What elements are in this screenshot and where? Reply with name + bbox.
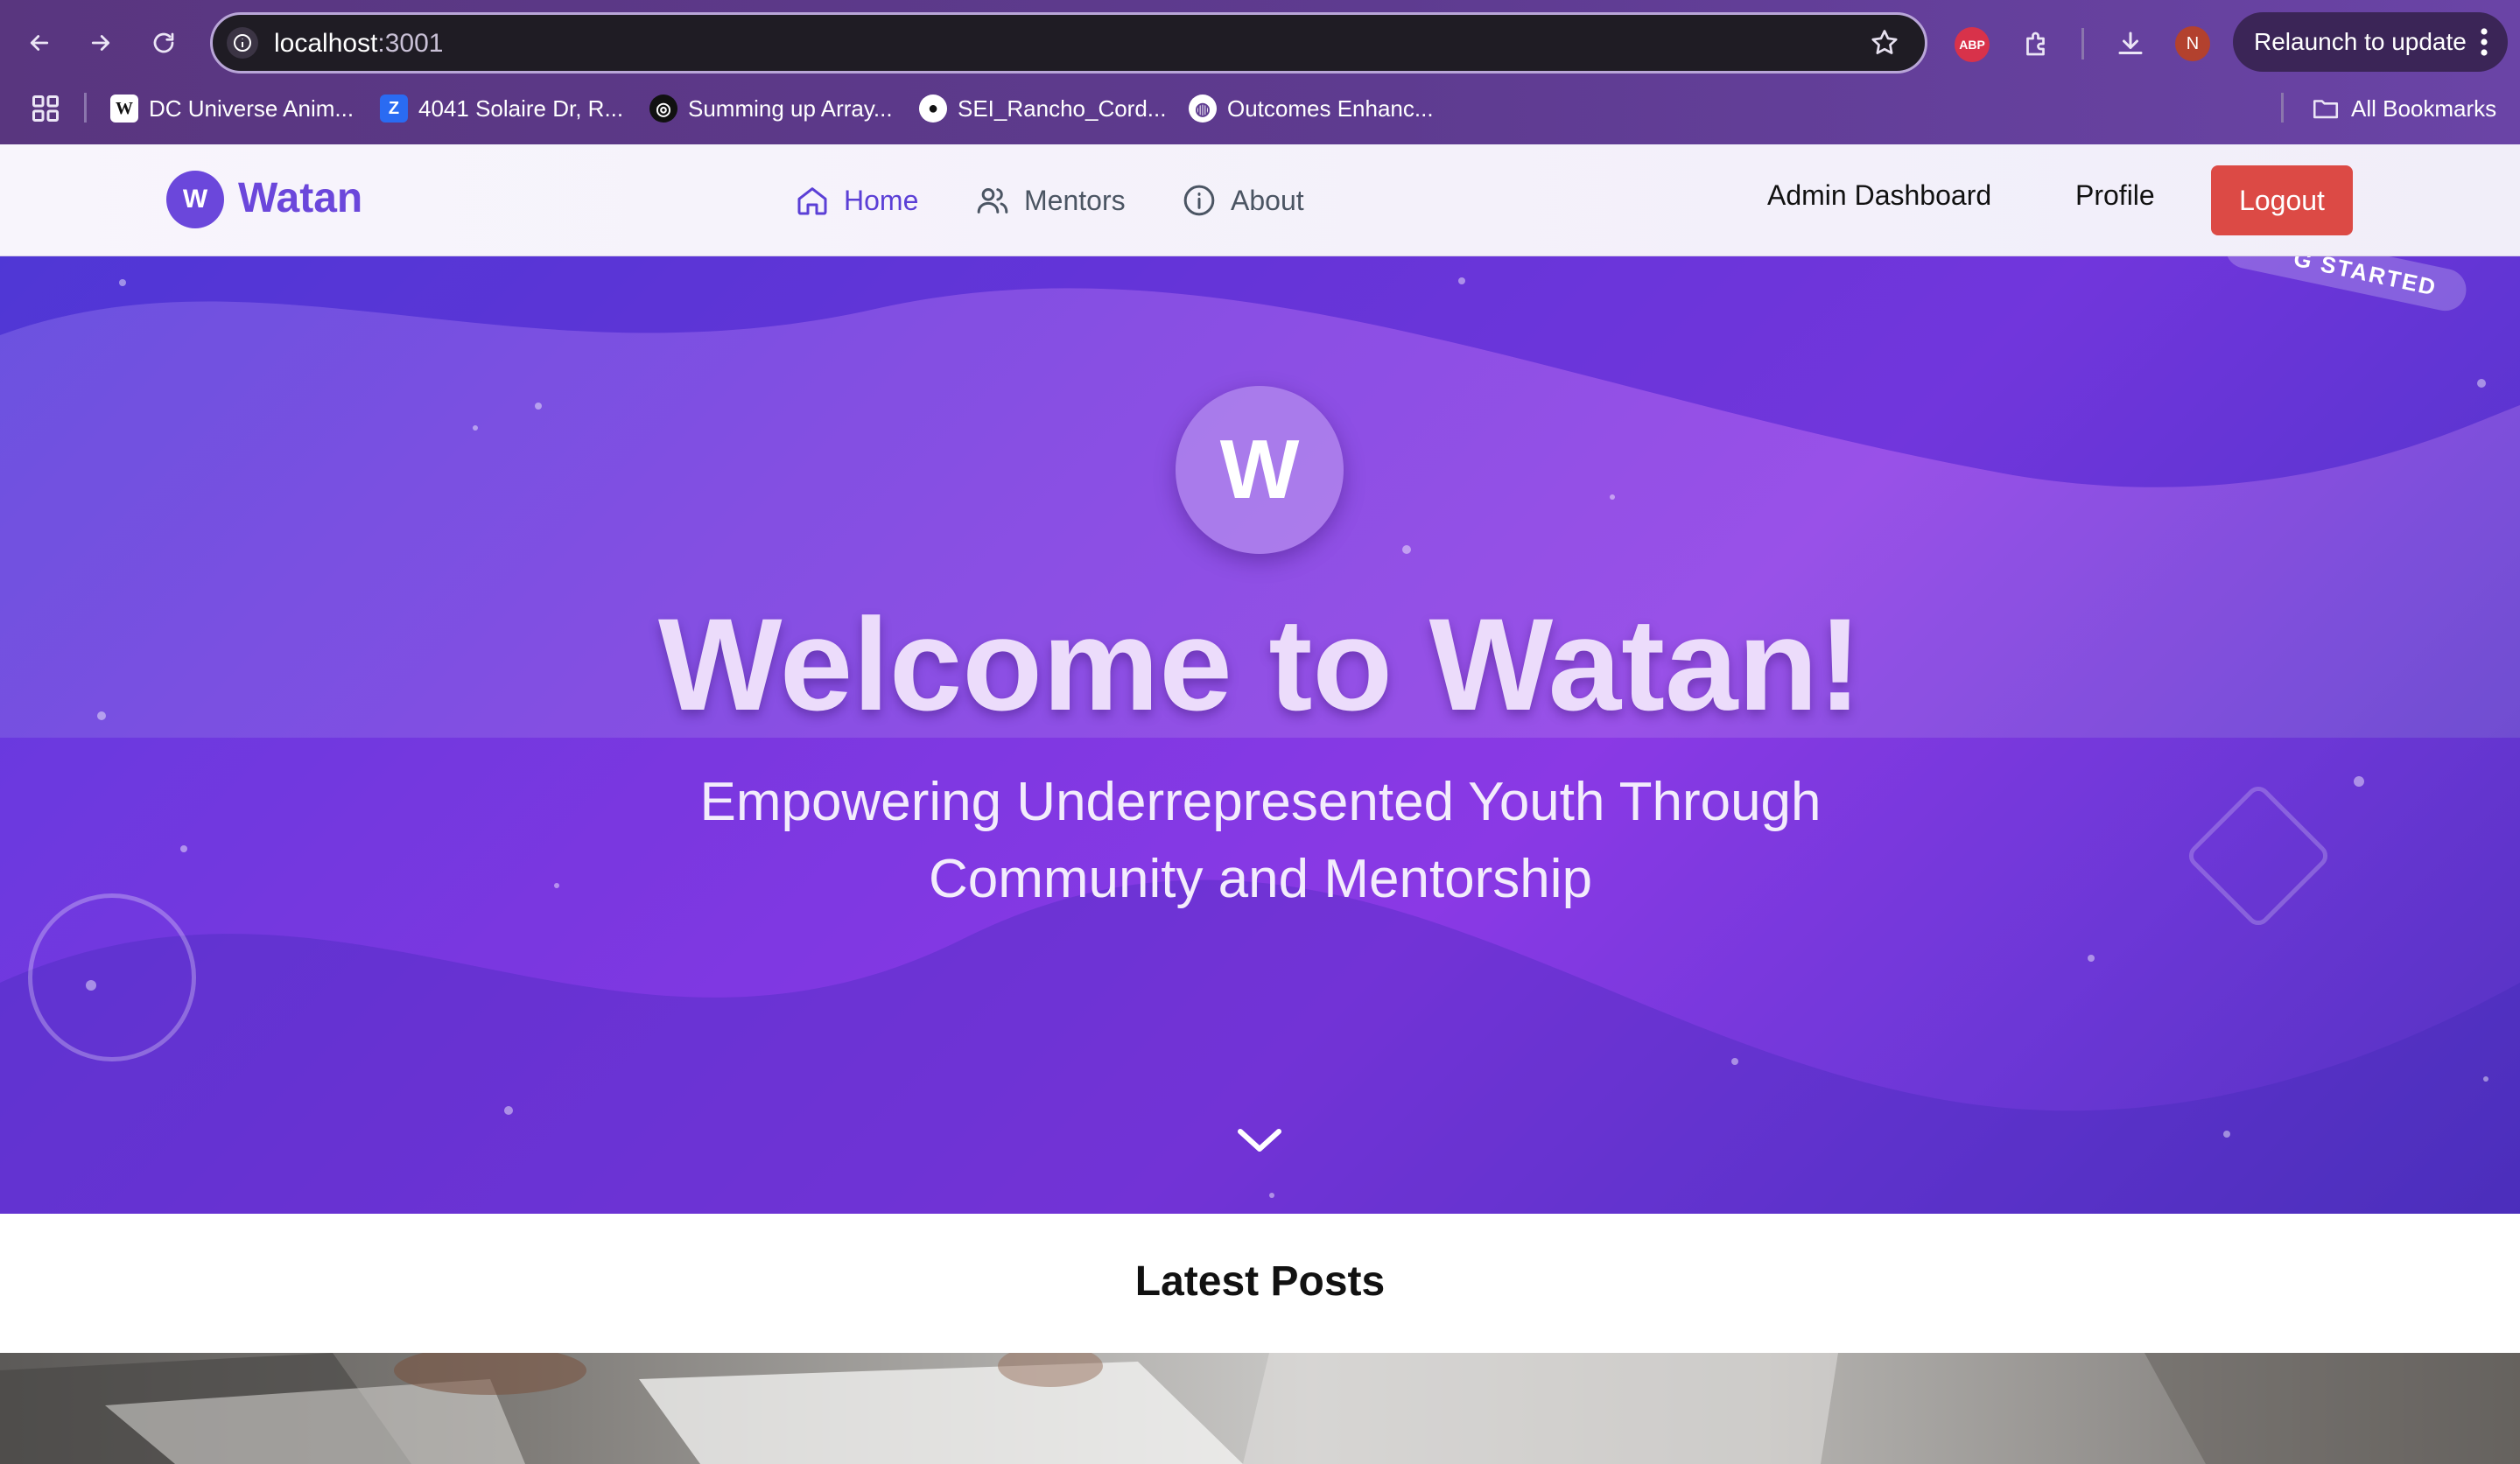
brand-name[interactable]: Watan	[238, 174, 362, 222]
nav-home[interactable]: Home	[795, 179, 918, 221]
bookmark-label: SEI_Rancho_Cord...	[958, 95, 1167, 122]
post-image-illustration	[0, 1353, 2520, 1464]
hero-logo: W	[1176, 386, 1344, 554]
nav-about[interactable]: About	[1182, 179, 1304, 221]
bookmark-star-icon[interactable]	[1869, 27, 1900, 59]
relaunch-button[interactable]: Relaunch to update	[2233, 12, 2508, 72]
home-icon	[797, 187, 827, 215]
bookmark-label: Outcomes Enhanc...	[1227, 95, 1434, 122]
hero-section: G STARTED W Welcome to Watan! Empowering…	[0, 256, 2520, 1214]
back-button[interactable]	[16, 19, 63, 67]
latest-posts-heading: Latest Posts	[1134, 1258, 1386, 1305]
bookmarks-divider	[84, 93, 87, 123]
reload-button[interactable]	[140, 19, 187, 67]
github-icon: ●	[919, 95, 947, 123]
extensions-puzzle-icon[interactable]	[2016, 23, 2058, 65]
users-icon	[977, 188, 1008, 214]
admin-dashboard-link[interactable]: Admin Dashboard	[1767, 179, 1991, 212]
site-info-icon[interactable]	[227, 27, 258, 59]
bookmark-item[interactable]: ◍ Outcomes Enhanc...	[1189, 91, 1434, 126]
arrow-right-icon	[91, 35, 110, 51]
zillow-icon: Z	[380, 95, 408, 123]
nav-about-label: About	[1231, 184, 1304, 216]
nav-mentors-label: Mentors	[1024, 184, 1126, 216]
kebab-menu-icon[interactable]	[2480, 26, 2488, 58]
url-text[interactable]: localhost:3001	[274, 29, 443, 59]
hero-subtitle: Empowering Underrepresented Youth Throug…	[699, 772, 1822, 909]
relaunch-label: Relaunch to update	[2254, 28, 2467, 55]
brand-logo[interactable]: W	[166, 171, 224, 228]
profile-avatar[interactable]: N	[2175, 26, 2210, 61]
nav-mentors[interactable]: Mentors	[975, 179, 1126, 221]
openai-icon: ◎	[649, 95, 677, 123]
bookmark-label: DC Universe Anim...	[149, 95, 354, 122]
bookmark-item[interactable]: ◎ Summing up Array...	[649, 91, 893, 126]
url-host: localhost	[274, 29, 378, 58]
profile-link[interactable]: Profile	[2075, 179, 2155, 212]
info-icon	[1183, 185, 1215, 216]
browser-toolbar: localhost:3001 ABP N Relaunch to update	[0, 0, 2520, 86]
apps-grid-icon[interactable]	[30, 93, 61, 124]
address-bar[interactable]: localhost:3001	[210, 12, 1927, 74]
decorative-circle	[28, 893, 196, 1061]
toolbar-divider	[2081, 28, 2084, 60]
bookmark-item[interactable]: W DC Universe Anim...	[110, 91, 354, 126]
bookmark-label: Summing up Array...	[688, 95, 893, 122]
bookmark-item[interactable]: ● SEI_Rancho_Cord...	[919, 91, 1166, 126]
browser-chrome: localhost:3001 ABP N Relaunch to update …	[0, 0, 2520, 144]
hero-title: Welcome to Watan!	[657, 591, 1863, 738]
chevron-down-icon[interactable]	[1235, 1123, 1284, 1158]
download-icon[interactable]	[2109, 23, 2151, 65]
bookmarks-divider	[2281, 93, 2284, 123]
all-bookmarks-label: All Bookmarks	[2351, 95, 2497, 122]
globe-icon: ◍	[1189, 95, 1217, 123]
reload-icon	[153, 32, 174, 53]
post-cover-image[interactable]	[0, 1353, 2520, 1464]
arrow-left-icon	[30, 35, 49, 51]
app-navbar: W Watan Home Mentors About Admin Dashboa…	[0, 144, 2520, 256]
all-bookmarks-button[interactable]: All Bookmarks	[2311, 91, 2496, 126]
bookmark-label: 4041 Solaire Dr, R...	[418, 95, 624, 122]
nav-home-label: Home	[844, 184, 919, 216]
latest-posts-section: Latest Posts	[0, 1214, 2520, 1353]
url-port: :3001	[377, 29, 444, 58]
wikipedia-icon: W	[110, 95, 138, 123]
forward-button[interactable]	[77, 19, 124, 67]
folder-icon	[2313, 100, 2339, 119]
adblock-extension-icon[interactable]: ABP	[1955, 27, 1990, 62]
bookmark-item[interactable]: Z 4041 Solaire Dr, R...	[380, 91, 623, 126]
logout-button[interactable]: Logout	[2211, 165, 2353, 235]
